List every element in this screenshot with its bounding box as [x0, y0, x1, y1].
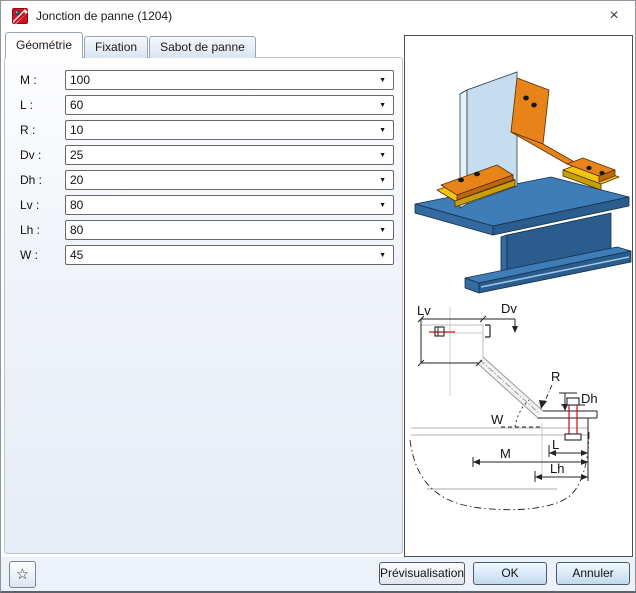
dim-label-dv: Dv	[501, 301, 517, 316]
close-icon[interactable]: ×	[603, 5, 625, 27]
favorites-button[interactable]: ☆	[9, 561, 36, 588]
dim-label-l: L	[552, 437, 559, 452]
chevron-down-icon: ▼	[379, 251, 386, 259]
combo-value-R: 10	[70, 123, 84, 137]
tab-strip: Géométrie Fixation Sabot de panne	[5, 32, 257, 59]
fields-container: M : 100 ▼ L : 60 ▼ R : 10 ▼ Dv : 25 ▼ Dh : 20 ▼ Lv : 80 ▼…	[5, 58, 402, 265]
chevron-down-icon: ▼	[379, 151, 386, 159]
combo-value-W: 45	[70, 248, 84, 262]
dialog-window: Jonction de panne (1204) × Géométrie Fixa…	[0, 0, 636, 593]
star-icon: ☆	[15, 566, 30, 583]
dim-label-lv: Lv	[417, 303, 431, 318]
W-combobox[interactable]: 45 ▼	[65, 245, 394, 265]
field-row-M: M : 100 ▼	[20, 70, 394, 90]
field-row-L: L : 60 ▼	[20, 95, 394, 115]
tab-fixation[interactable]: Fixation	[84, 36, 149, 58]
Dh-combobox[interactable]: 20 ▼	[65, 170, 394, 190]
field-label-Lv: Lv :	[20, 198, 40, 212]
dim-label-dh: Dh	[581, 391, 598, 406]
field-row-R: R : 10 ▼	[20, 120, 394, 140]
dim-label-lh: Lh	[550, 461, 564, 476]
title-bar: Jonction de panne (1204) ×	[1, 1, 635, 31]
field-row-Dh: Dh : 20 ▼	[20, 170, 394, 190]
field-row-Lv: Lv : 80 ▼	[20, 195, 394, 215]
component-icon	[12, 8, 28, 24]
field-label-Dv: Dv :	[20, 148, 42, 162]
dim-label-w: W	[491, 412, 504, 427]
field-label-R: R :	[20, 123, 36, 137]
Dv-combobox[interactable]: 25 ▼	[65, 145, 394, 165]
footer-bar: ☆ Prévisualisation OK Annuler	[1, 557, 635, 591]
chevron-down-icon: ▼	[379, 126, 386, 134]
chevron-down-icon: ▼	[379, 76, 386, 84]
dimension-diagram: Lv Dv R Dh W L M Lh	[409, 301, 598, 511]
combo-value-M: 100	[70, 73, 91, 87]
geometry-tab-page: M : 100 ▼ L : 60 ▼ R : 10 ▼ Dv : 25 ▼ Dh : 20 ▼ Lv : 80 ▼…	[4, 57, 403, 554]
combo-value-Lh: 80	[70, 223, 84, 237]
Lv-combobox[interactable]: 80 ▼	[65, 195, 394, 215]
ok-button[interactable]: OK	[473, 562, 547, 585]
field-label-L: L :	[20, 98, 33, 112]
chevron-down-icon: ▼	[379, 226, 386, 234]
combo-value-Dh: 20	[70, 173, 84, 187]
dim-label-r: R	[551, 369, 560, 384]
field-label-Dh: Dh :	[20, 173, 43, 187]
field-row-Dv: Dv : 25 ▼	[20, 145, 394, 165]
field-label-Lh: Lh :	[20, 223, 41, 237]
window-title: Jonction de panne (1204)	[36, 9, 173, 23]
tab-sabot-de-panne[interactable]: Sabot de panne	[149, 36, 256, 58]
M-combobox[interactable]: 100 ▼	[65, 70, 394, 90]
Lh-combobox[interactable]: 80 ▼	[65, 220, 394, 240]
preview-button[interactable]: Prévisualisation	[379, 562, 465, 585]
preview-panel: Lv Dv R Dh W L M Lh	[404, 35, 633, 557]
dim-label-m: M	[500, 446, 511, 461]
combo-value-L: 60	[70, 98, 84, 112]
chevron-down-icon: ▼	[379, 176, 386, 184]
chevron-down-icon: ▼	[379, 201, 386, 209]
combo-value-Dv: 25	[70, 148, 84, 162]
chevron-down-icon: ▼	[379, 101, 386, 109]
field-row-W: W : 45 ▼	[20, 245, 394, 265]
combo-value-Lv: 80	[70, 198, 84, 212]
cancel-button[interactable]: Annuler	[556, 562, 630, 585]
field-label-M: M :	[20, 73, 37, 87]
field-row-Lh: Lh : 80 ▼	[20, 220, 394, 240]
joint-3d-image	[414, 71, 632, 294]
L-combobox[interactable]: 60 ▼	[65, 95, 394, 115]
R-combobox[interactable]: 10 ▼	[65, 120, 394, 140]
field-label-W: W :	[20, 248, 38, 262]
tab-géométrie[interactable]: Géométrie	[5, 32, 84, 59]
